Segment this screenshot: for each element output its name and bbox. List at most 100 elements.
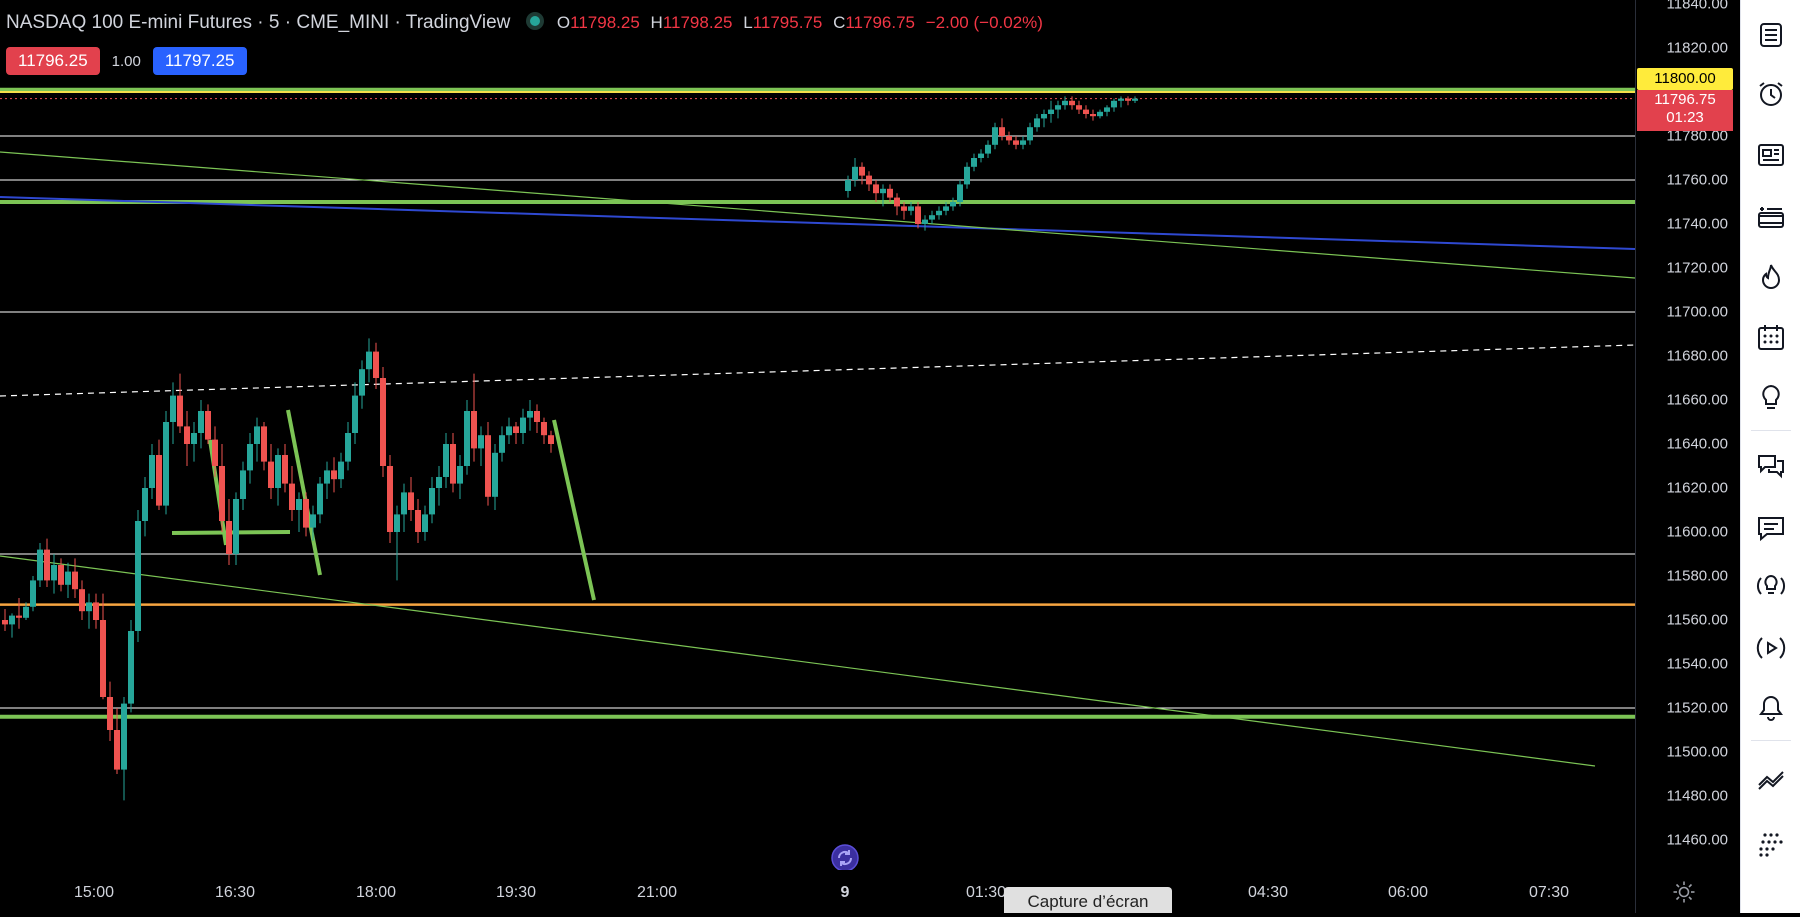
candle[interactable] xyxy=(401,483,407,532)
candle[interactable] xyxy=(317,477,323,524)
candle[interactable] xyxy=(1006,131,1012,145)
dots-grid-icon[interactable] xyxy=(1751,823,1791,863)
news-icon[interactable] xyxy=(1751,135,1791,175)
refresh-icon[interactable] xyxy=(831,844,859,872)
candle[interactable] xyxy=(1048,100,1054,123)
candle[interactable] xyxy=(1111,98,1117,112)
candle[interactable] xyxy=(492,444,498,510)
candle[interactable] xyxy=(296,492,302,532)
alarm-clock-icon[interactable] xyxy=(1751,74,1791,114)
candle[interactable] xyxy=(1020,136,1026,150)
candle[interactable] xyxy=(859,162,865,185)
candle[interactable] xyxy=(247,433,253,484)
candle[interactable] xyxy=(485,422,491,506)
candle[interactable] xyxy=(1041,109,1047,128)
candle[interactable] xyxy=(873,180,879,202)
blue-trend-line[interactable] xyxy=(0,196,1635,250)
candle[interactable] xyxy=(366,338,372,383)
symbol-title[interactable]: NASDAQ 100 E-mini Futures · 5 · CME_MINI… xyxy=(6,12,510,33)
candle[interactable] xyxy=(86,593,92,629)
candle[interactable] xyxy=(852,158,858,187)
green-trend-line[interactable] xyxy=(0,555,1596,767)
candle[interactable] xyxy=(275,448,281,506)
candle[interactable] xyxy=(478,426,484,466)
messages-icon[interactable] xyxy=(1751,508,1791,548)
sun-settings-icon[interactable] xyxy=(1672,880,1696,904)
candle[interactable] xyxy=(303,492,309,537)
candle[interactable] xyxy=(429,477,435,524)
candle[interactable] xyxy=(289,466,295,521)
candle[interactable] xyxy=(1090,109,1096,121)
candle[interactable] xyxy=(1069,96,1075,110)
candle[interactable] xyxy=(184,411,190,466)
candle[interactable] xyxy=(142,477,148,537)
candle[interactable] xyxy=(506,417,512,444)
candle[interactable] xyxy=(999,118,1005,141)
candle[interactable] xyxy=(520,408,526,444)
candle[interactable] xyxy=(79,580,85,620)
idea-bulb-icon[interactable] xyxy=(1751,378,1791,418)
dashed-trend-line[interactable] xyxy=(0,344,1635,397)
candle[interactable] xyxy=(527,400,533,431)
candle[interactable] xyxy=(72,558,78,598)
candle[interactable] xyxy=(1125,96,1131,106)
candle[interactable] xyxy=(408,477,414,521)
candle[interactable] xyxy=(992,122,998,150)
candle[interactable] xyxy=(121,697,127,801)
candle[interactable] xyxy=(1013,136,1019,150)
candle[interactable] xyxy=(534,404,540,433)
candle[interactable] xyxy=(1076,100,1082,114)
candle[interactable] xyxy=(93,593,99,629)
candle[interactable] xyxy=(450,433,456,493)
candle[interactable] xyxy=(324,461,330,499)
candle[interactable] xyxy=(9,613,15,638)
candle[interactable] xyxy=(464,400,470,475)
candle[interactable] xyxy=(845,175,851,198)
candle[interactable] xyxy=(422,505,428,541)
candle[interactable] xyxy=(380,367,386,477)
candle[interactable] xyxy=(254,417,260,462)
hotlist-fire-icon[interactable] xyxy=(1751,257,1791,297)
candle[interactable] xyxy=(170,382,176,444)
ideas-stream-icon[interactable] xyxy=(1751,566,1791,606)
candle[interactable] xyxy=(30,576,36,612)
candle[interactable] xyxy=(107,681,113,741)
candle[interactable] xyxy=(240,461,246,510)
candle[interactable] xyxy=(971,153,977,172)
candle[interactable] xyxy=(219,444,225,532)
broadcast-icon[interactable] xyxy=(1751,628,1791,668)
chats-icon[interactable] xyxy=(1751,446,1791,486)
candle[interactable] xyxy=(541,417,547,444)
candle[interactable] xyxy=(929,210,935,224)
candle[interactable] xyxy=(373,342,379,389)
candle[interactable] xyxy=(387,455,393,543)
candle[interactable] xyxy=(226,499,232,565)
green-trend-line[interactable] xyxy=(0,151,1635,279)
candle[interactable] xyxy=(415,499,421,543)
candle[interactable] xyxy=(198,400,204,449)
candle[interactable] xyxy=(2,609,8,631)
candle[interactable] xyxy=(261,422,267,471)
candle[interactable] xyxy=(191,422,197,462)
candle[interactable] xyxy=(359,360,365,409)
candle[interactable] xyxy=(149,444,155,499)
notifications-bell-icon[interactable] xyxy=(1751,688,1791,728)
last-price-badge[interactable]: 11796.75 01:23 xyxy=(1637,90,1733,131)
candle[interactable] xyxy=(901,202,907,220)
candle[interactable] xyxy=(16,598,22,629)
candle[interactable] xyxy=(177,373,183,433)
buy-button[interactable]: 11797.25 xyxy=(152,47,247,75)
candle[interactable] xyxy=(1062,96,1068,110)
candle[interactable] xyxy=(65,562,71,598)
candle[interactable] xyxy=(345,422,351,471)
candle[interactable] xyxy=(352,382,358,444)
candle[interactable] xyxy=(1083,105,1089,119)
alert-price-badge[interactable]: 11800.00 xyxy=(1637,68,1733,90)
time-scale[interactable]: 15:00 16:30 18:00 19:30 21:00 9 01:30 04:30 06:0… xyxy=(0,870,1635,913)
candle[interactable] xyxy=(1104,105,1110,117)
candle[interactable] xyxy=(156,439,162,510)
candle[interactable] xyxy=(950,197,956,211)
trend-icon[interactable] xyxy=(1751,759,1791,799)
candle[interactable] xyxy=(1027,122,1033,145)
candle[interactable] xyxy=(44,538,50,587)
